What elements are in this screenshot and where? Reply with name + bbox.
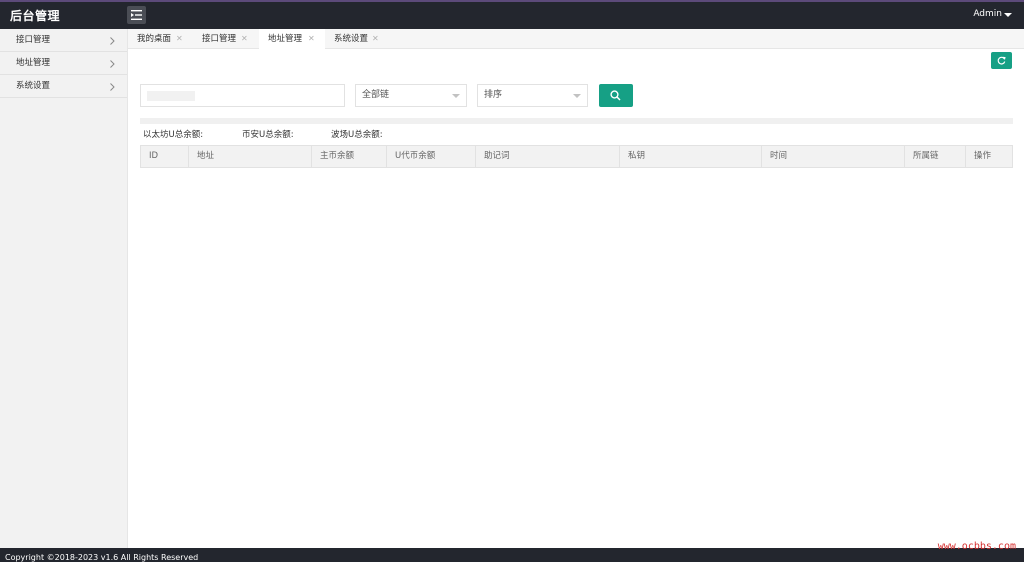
search-input-blurred-text	[147, 91, 195, 101]
tab-address[interactable]: 地址管理 ✕	[259, 29, 325, 49]
bsc-total-label: 币安U总余额:	[242, 130, 294, 140]
close-icon[interactable]: ✕	[372, 29, 379, 49]
chevron-right-icon	[110, 83, 115, 91]
column-header-private-key[interactable]: 私钥	[620, 146, 762, 167]
tab-settings[interactable]: 系统设置 ✕	[325, 29, 391, 49]
sidebar-item-label: 系统设置	[16, 81, 51, 91]
address-table: ID 地址 主币余额 U代币余额 助记词 私钥 时间 所属链 操作	[140, 145, 1013, 168]
app-logo[interactable]: 后台管理	[10, 7, 60, 24]
search-button[interactable]	[599, 84, 633, 107]
tron-total-label: 波场U总余额:	[331, 130, 383, 140]
chain-select-value: 全部链	[362, 90, 390, 100]
watermark-text: www.ocbbs.com	[937, 541, 1016, 552]
sidebar-item-settings[interactable]: 系统设置	[0, 75, 127, 98]
sidebar-item-label: 地址管理	[16, 58, 51, 68]
sidebar: 接口管理 地址管理 系统设置	[0, 29, 128, 548]
tab-label: 系统设置	[334, 34, 369, 44]
tab-label: 我的桌面	[137, 34, 172, 44]
refresh-icon	[997, 56, 1006, 65]
menu-fold-icon	[131, 10, 142, 20]
column-header-token-balance[interactable]: U代币余额	[387, 146, 476, 167]
close-icon[interactable]: ✕	[241, 29, 248, 49]
chevron-right-icon	[110, 37, 115, 45]
column-header-main-balance[interactable]: 主币余额	[312, 146, 387, 167]
tab-desktop[interactable]: 我的桌面 ✕	[128, 29, 192, 49]
column-header-time[interactable]: 时间	[762, 146, 905, 167]
chain-select[interactable]: 全部链	[355, 84, 467, 107]
sort-select-value: 排序	[484, 90, 503, 100]
column-header-address[interactable]: 地址	[189, 146, 312, 167]
sidebar-toggle-button[interactable]	[127, 6, 146, 24]
column-header-actions[interactable]: 操作	[966, 146, 1012, 167]
search-icon	[610, 90, 621, 101]
sidebar-item-label: 接口管理	[16, 35, 51, 45]
top-header: 后台管理 Admin	[0, 0, 1024, 29]
close-icon[interactable]: ✕	[308, 29, 315, 49]
sidebar-item-address[interactable]: 地址管理	[0, 52, 127, 75]
column-header-id[interactable]: ID	[141, 146, 189, 167]
copyright-text: Copyright ©2018-2023 v1.6 All Rights Res…	[5, 553, 199, 562]
dropdown-arrow-icon	[452, 94, 460, 98]
tab-label: 接口管理	[202, 34, 237, 44]
refresh-button[interactable]	[991, 52, 1012, 69]
search-input[interactable]	[140, 84, 345, 107]
column-header-mnemonic[interactable]: 助记词	[476, 146, 620, 167]
tab-bar: 我的桌面 ✕ 接口管理 ✕ 地址管理 ✕ 系统设置 ✕	[128, 29, 1024, 49]
dropdown-arrow-icon	[573, 94, 581, 98]
user-menu[interactable]: Admin	[973, 9, 1002, 19]
sort-select[interactable]: 排序	[477, 84, 588, 107]
eth-total-label: 以太坊U总余额:	[143, 130, 204, 140]
tab-api[interactable]: 接口管理 ✕	[193, 29, 259, 49]
close-icon[interactable]: ✕	[176, 29, 183, 49]
header-accent-bar	[0, 0, 1024, 2]
chevron-right-icon	[110, 60, 115, 68]
section-divider	[140, 118, 1013, 124]
caret-down-icon[interactable]	[1004, 13, 1012, 17]
footer: Copyright ©2018-2023 v1.6 All Rights Res…	[0, 548, 1024, 562]
column-header-chain[interactable]: 所属链	[905, 146, 966, 167]
tab-label: 地址管理	[268, 34, 303, 44]
sidebar-item-api[interactable]: 接口管理	[0, 29, 127, 52]
